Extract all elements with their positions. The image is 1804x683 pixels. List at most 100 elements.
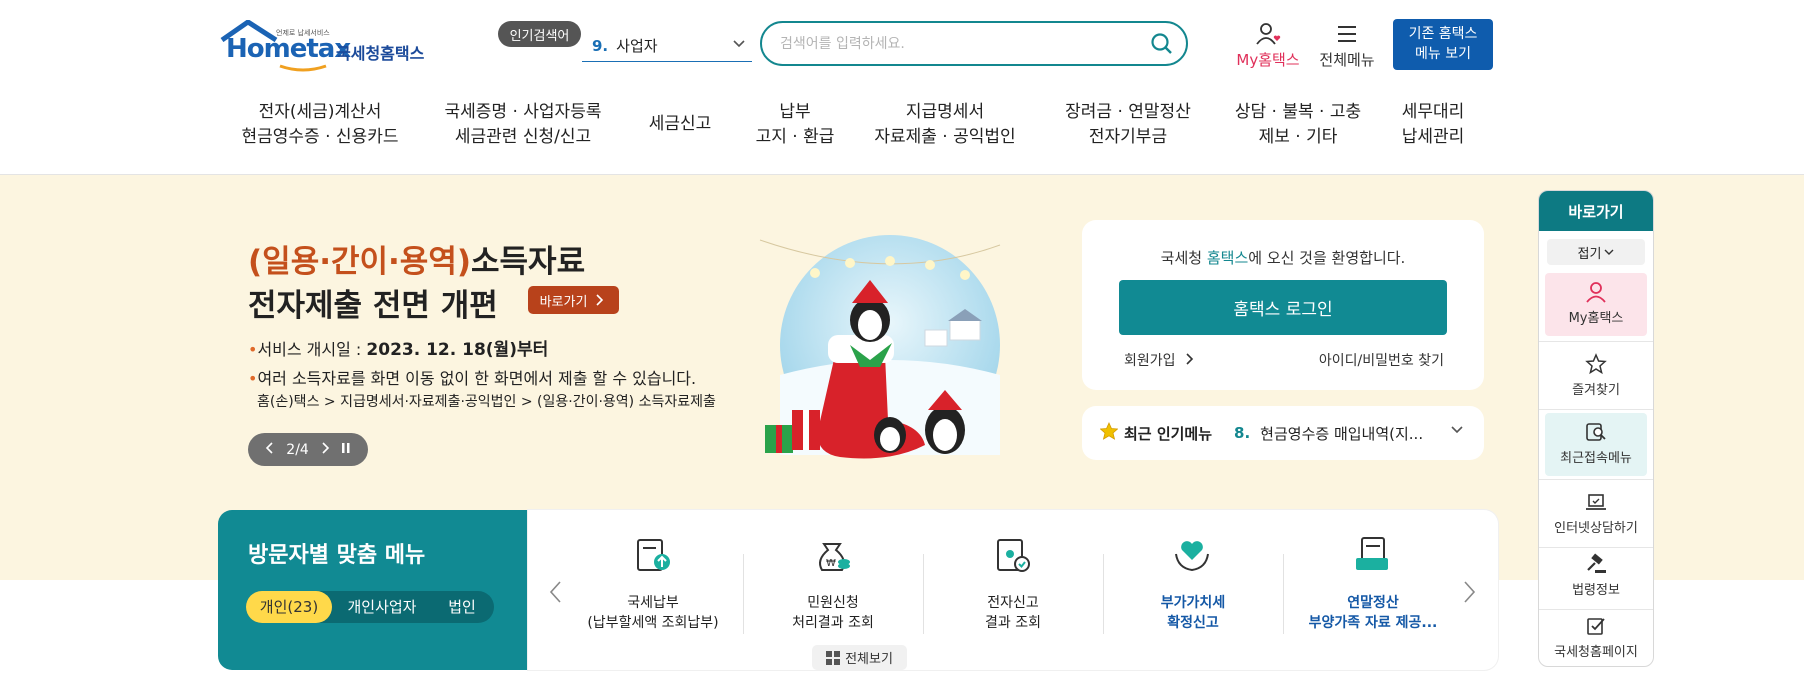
- quickbar-nts-homepage[interactable]: 국세청홈페이지: [1545, 615, 1647, 666]
- welcome-brand: 홈택스: [1206, 249, 1249, 267]
- visitor-menu-title: 방문자별 맞춤 메뉴: [248, 543, 426, 568]
- tab-corporation[interactable]: 법인: [432, 591, 492, 623]
- quickbar-law-info[interactable]: 법령정보: [1545, 553, 1647, 608]
- document-tray-icon: [1356, 537, 1388, 570]
- gnb-label: 세금관련 신청/신고: [454, 127, 592, 147]
- banner-go-button[interactable]: 바로가기: [528, 286, 619, 314]
- quick-item-year-end[interactable]: 연말정산 부양가족 자료 제공...: [1288, 510, 1458, 670]
- quick-item-vat[interactable]: 부가가치세 확정신고: [1108, 510, 1278, 670]
- quick-bar-title: 바로가기: [1539, 191, 1653, 231]
- find-id-password-link[interactable]: 아이디/비밀번호 찾기: [1319, 350, 1444, 370]
- recent-popular-value: 현금영수증 매입내역(지...: [1260, 424, 1424, 443]
- gnb-payment-statement[interactable]: 지급명세서 자료제출 · 공익법인: [870, 100, 1020, 150]
- popular-search-select[interactable]: 9. 사업자: [582, 30, 752, 62]
- gnb-label: 제보 · 기타: [1258, 127, 1338, 147]
- christmas-illustration: [720, 225, 1020, 465]
- gnb-payment[interactable]: 납부 고지 · 환급: [745, 100, 845, 150]
- chevron-right-icon: [596, 294, 604, 306]
- gnb-label: 세금신고: [648, 114, 712, 134]
- gnb-consult[interactable]: 상담 · 불복 · 고충 제보 · 기타: [1228, 100, 1368, 150]
- hometax-logo[interactable]: 언제로 납세서비스 Hometax 국세청홈택스: [220, 20, 435, 72]
- chevron-down-icon: [732, 36, 746, 54]
- quick-item-tax-payment[interactable]: 국세납부 (납부할세액 조회납부): [568, 510, 738, 670]
- quickbar-my-hometax[interactable]: My홈택스: [1545, 273, 1647, 336]
- popular-keyword: 사업자: [616, 37, 658, 55]
- edit-check-icon: [1587, 618, 1605, 635]
- tab-individual-business[interactable]: 개인사업자: [334, 591, 430, 623]
- quick-item-label: 전자신고: [987, 595, 1039, 611]
- quick-item-sublabel: 확정신고: [1167, 615, 1219, 631]
- tab-individual[interactable]: 개인(23): [246, 591, 332, 623]
- global-nav: 전자(세금)계산서 현금영수증 · 신용카드 국세증명 · 사업자등록 세금관련…: [230, 100, 1530, 160]
- carousel-next-icon[interactable]: [1463, 580, 1477, 610]
- gnb-incentive[interactable]: 장려금 · 연말정산 전자기부금: [1048, 100, 1208, 150]
- search-icon[interactable]: [1150, 32, 1174, 56]
- gnb-label: 납부: [779, 102, 811, 122]
- divider: [1103, 554, 1104, 634]
- logo-brand: Hometax: [226, 34, 351, 64]
- all-menu-button[interactable]: 전체메뉴: [1312, 22, 1382, 70]
- gnb-label: 장려금 · 연말정산: [1065, 102, 1191, 122]
- divider: [1539, 409, 1653, 410]
- heart-hands-icon: [1175, 541, 1209, 572]
- star-icon: [1099, 421, 1119, 445]
- gnb-label: 상담 · 불복 · 고충: [1234, 102, 1362, 122]
- quick-item-sublabel: (납부할세액 조회납부): [587, 615, 719, 631]
- gnb-certificates[interactable]: 국세증명 · 사업자등록 세금관련 신청/신고: [438, 100, 608, 150]
- fold-button[interactable]: 접기: [1547, 239, 1645, 265]
- gnb-e-invoice[interactable]: 전자(세금)계산서 현금영수증 · 신용카드: [230, 100, 410, 150]
- quickbar-label: 법령정보: [1572, 583, 1620, 598]
- view-all-button[interactable]: 전체보기: [812, 645, 907, 670]
- legacy-menu-button[interactable]: 기존 홈택스 메뉴 보기: [1393, 19, 1493, 70]
- my-hometax-button[interactable]: My홈택스: [1228, 22, 1308, 70]
- popular-search-badge: 인기검색어: [498, 21, 581, 47]
- divider: [923, 554, 924, 634]
- hometax-login-button[interactable]: 홈택스 로그인: [1119, 280, 1447, 335]
- recent-search-icon: [1586, 423, 1606, 441]
- pause-icon[interactable]: [341, 442, 351, 458]
- gnb-label: 세무대리: [1401, 102, 1465, 122]
- user-heart-icon: [1256, 23, 1281, 45]
- signup-link[interactable]: 회원가입: [1124, 350, 1196, 370]
- chevron-right-icon: [1186, 353, 1194, 365]
- banner-title-line2: 전자제출 전면 개편: [248, 288, 498, 324]
- carousel-prev-icon[interactable]: [548, 580, 562, 610]
- quick-item-e-filing[interactable]: 전자신고 결과 조회: [928, 510, 1098, 670]
- quickbar-favorites[interactable]: 즐겨찾기: [1545, 353, 1647, 408]
- gnb-label: 현금영수증 · 신용카드: [241, 127, 399, 147]
- banner-title-highlight: (일용·간이·용역): [248, 244, 472, 280]
- grid-icon: [826, 650, 841, 665]
- quickbar-label: 즐겨찾기: [1572, 383, 1620, 398]
- visitor-tabs: 개인(23) 개인사업자 법인: [246, 591, 494, 623]
- gnb-label: 지급명세서: [905, 102, 985, 122]
- banner-title-rest: 소득자료: [471, 244, 586, 280]
- quick-item-sublabel: 부양가족 자료 제공...: [1308, 615, 1438, 631]
- quickbar-online-consult[interactable]: 인터넷상담하기: [1545, 491, 1647, 546]
- gnb-tax-filing[interactable]: 세금신고: [635, 112, 725, 137]
- quickbar-label: My홈택스: [1568, 311, 1624, 326]
- quick-item-label: 민원신청: [807, 595, 859, 611]
- recent-popular-menu[interactable]: 최근 인기메뉴 8. 현금영수증 매입내역(지...: [1082, 406, 1484, 460]
- search-input[interactable]: [780, 33, 1140, 55]
- slider-control: 2/4: [248, 433, 368, 466]
- gnb-label: 국세증명 · 사업자등록: [444, 102, 602, 122]
- gnb-tax-agent[interactable]: 세무대리 납세관리: [1388, 100, 1478, 150]
- e-filing-icon: [997, 539, 1030, 572]
- prev-slide-icon[interactable]: [265, 441, 275, 458]
- welcome-text: 국세청 홈택스에 오신 것을 환영합니다.: [1082, 247, 1484, 268]
- quickbar-recent-menu[interactable]: 최근접속메뉴: [1545, 413, 1647, 476]
- banner-go-label: 바로가기: [539, 294, 588, 310]
- divider: [1539, 341, 1653, 342]
- banner-description-text: 여러 소득자료를 화면 이동 없이 한 화면에서 제출 할 수 있습니다.: [257, 369, 697, 388]
- legacy-line2: 메뉴 보기: [1415, 46, 1471, 62]
- quickbar-label: 최근접속메뉴: [1560, 451, 1632, 466]
- quickbar-label: 국세청홈페이지: [1554, 645, 1638, 660]
- slide-counter: 2/4: [286, 441, 309, 458]
- next-slide-icon[interactable]: [320, 441, 330, 458]
- popular-rank: 9.: [592, 36, 609, 55]
- star-outline-icon: [1585, 353, 1607, 375]
- welcome-pre: 국세청: [1160, 249, 1207, 267]
- legacy-line1: 기존 홈택스: [1408, 26, 1478, 42]
- chevron-down-icon[interactable]: [1450, 422, 1464, 440]
- tax-payment-icon: [637, 539, 670, 571]
